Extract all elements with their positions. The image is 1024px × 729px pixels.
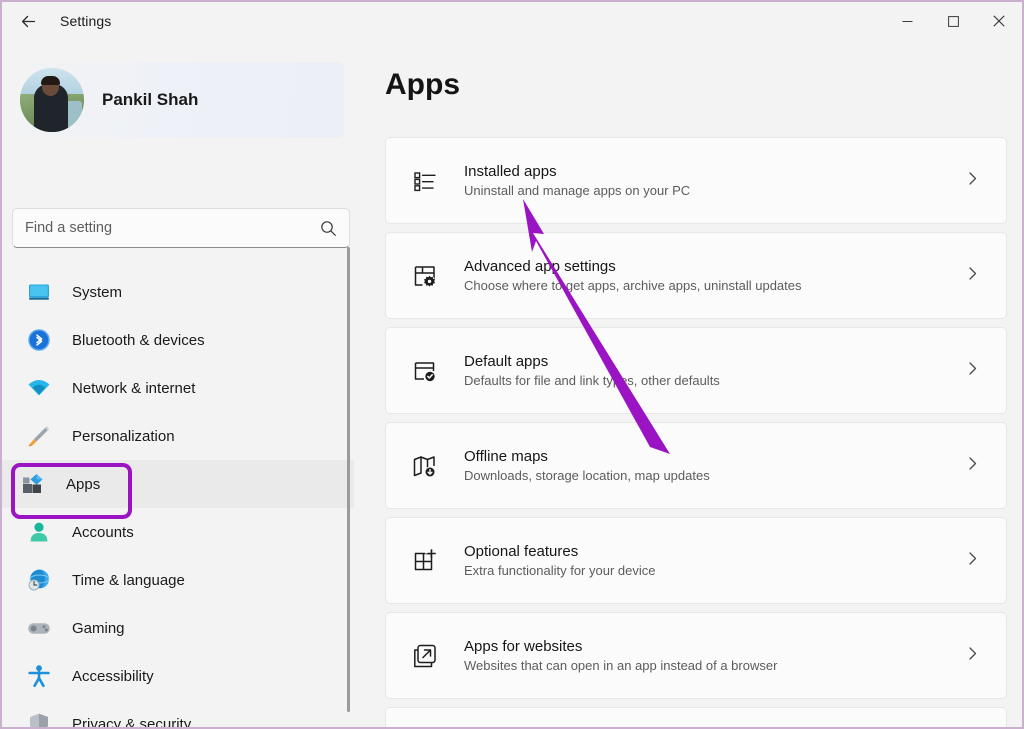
- card-subtitle: Choose where to get apps, archive apps, …: [464, 278, 965, 293]
- accessibility-icon: [24, 661, 54, 691]
- card-title: Default apps: [464, 353, 965, 370]
- card-offline-maps[interactable]: Offline maps Downloads, storage location…: [385, 422, 1007, 509]
- card-text: Apps for websites Websites that can open…: [464, 638, 965, 673]
- card-title: Offline maps: [464, 448, 965, 465]
- user-profile[interactable]: Pankil Shah: [14, 62, 344, 138]
- person-icon: [24, 517, 54, 547]
- card-title: Advanced app settings: [464, 258, 965, 275]
- card-subtitle: Defaults for file and link types, other …: [464, 373, 965, 388]
- close-button[interactable]: [976, 2, 1022, 40]
- chevron-right-icon[interactable]: [965, 361, 980, 381]
- card-subtitle: Uninstall and manage apps on your PC: [464, 183, 965, 198]
- card-text: Optional features Extra functionality fo…: [464, 543, 965, 578]
- sidebar-item-network-internet[interactable]: Network & internet: [8, 364, 348, 412]
- bulleted-list-icon: [408, 164, 442, 198]
- sidebar-item-personalization[interactable]: Personalization: [8, 412, 348, 460]
- card-subtitle: Extra functionality for your device: [464, 563, 965, 578]
- sidebar-item-accounts[interactable]: Accounts: [8, 508, 348, 556]
- minimize-icon: [902, 16, 913, 27]
- back-button[interactable]: [8, 5, 48, 37]
- chevron-right-icon[interactable]: [965, 646, 980, 666]
- title-bar: Settings: [2, 2, 1022, 40]
- back-arrow-icon: [20, 13, 37, 30]
- window-title: Settings: [60, 13, 111, 29]
- card-optional-features[interactable]: Optional features Extra functionality fo…: [385, 517, 1007, 604]
- card-advanced-app-settings[interactable]: Advanced app settings Choose where to ge…: [385, 232, 1007, 319]
- sidebar-item-label: Gaming: [72, 620, 125, 637]
- sidebar-item-label: Privacy & security: [72, 716, 191, 729]
- sidebar-item-time-language[interactable]: Time & language: [8, 556, 348, 604]
- profile-name: Pankil Shah: [102, 90, 198, 110]
- card-title: Installed apps: [464, 163, 965, 180]
- sidebar-scrollbar[interactable]: [347, 247, 350, 712]
- sidebar-item-privacy-security[interactable]: Privacy & security: [8, 700, 348, 729]
- external-link-icon: [408, 639, 442, 673]
- card-subtitle: Websites that can open in an app instead…: [464, 658, 965, 673]
- monitor-icon: [24, 277, 54, 307]
- card-text: Default apps Defaults for file and link …: [464, 353, 965, 388]
- close-icon: [993, 15, 1005, 27]
- minimize-button[interactable]: [884, 2, 930, 40]
- page-title: Apps: [385, 68, 460, 102]
- sidebar-item-gaming[interactable]: Gaming: [8, 604, 348, 652]
- sidebar-item-label: Network & internet: [72, 380, 195, 397]
- card-text: Advanced app settings Choose where to ge…: [464, 258, 965, 293]
- clock-globe-icon: [24, 565, 54, 595]
- bluetooth-icon: [24, 325, 54, 355]
- chevron-right-icon[interactable]: [965, 171, 980, 191]
- sidebar-item-label: Accessibility: [72, 668, 154, 685]
- sidebar-item-label: Personalization: [72, 428, 175, 445]
- search-input[interactable]: [25, 220, 320, 236]
- search-box[interactable]: [12, 208, 350, 248]
- sidebar-item-label: System: [72, 284, 122, 301]
- shield-icon: [24, 709, 54, 729]
- main-content: Apps Installed apps Uninstall and manage…: [364, 40, 1024, 729]
- sidebar-item-label: Bluetooth & devices: [72, 332, 205, 349]
- search-icon[interactable]: [320, 220, 337, 237]
- maximize-button[interactable]: [930, 2, 976, 40]
- card-subtitle: Downloads, storage location, map updates: [464, 468, 965, 483]
- card-title: Apps for websites: [464, 638, 965, 655]
- sidebar-item-label: Apps: [66, 476, 100, 493]
- sidebar-item-system[interactable]: System: [8, 268, 348, 316]
- sidebar-item-apps[interactable]: Apps: [2, 460, 354, 508]
- grid-plus-icon: [408, 544, 442, 578]
- card-text: Installed apps Uninstall and manage apps…: [464, 163, 965, 198]
- window-controls: [884, 2, 1022, 40]
- window-gear-icon: [408, 259, 442, 293]
- chevron-right-icon[interactable]: [965, 266, 980, 286]
- gamepad-icon: [24, 613, 54, 643]
- window-check-icon: [408, 354, 442, 388]
- search-box-container: [12, 208, 350, 248]
- card-apps-for-websites[interactable]: Apps for websites Websites that can open…: [385, 612, 1007, 699]
- card-text: Offline maps Downloads, storage location…: [464, 448, 965, 483]
- sidebar-item-label: Accounts: [72, 524, 134, 541]
- avatar: [20, 68, 84, 132]
- chevron-right-icon[interactable]: [965, 456, 980, 476]
- card-title: Optional features: [464, 543, 965, 560]
- card-video-playback[interactable]: Video playback Video adjustments, HDR st…: [385, 707, 1007, 729]
- sidebar: Pankil Shah System: [2, 40, 364, 729]
- sidebar-nav: System Bluetooth & devices: [2, 268, 354, 729]
- maximize-icon: [948, 16, 959, 27]
- map-download-icon: [408, 449, 442, 483]
- chevron-right-icon[interactable]: [965, 551, 980, 571]
- apps-icon: [18, 469, 48, 499]
- card-default-apps[interactable]: Default apps Defaults for file and link …: [385, 327, 1007, 414]
- sidebar-item-accessibility[interactable]: Accessibility: [8, 652, 348, 700]
- settings-window: Settings: [0, 0, 1024, 729]
- card-installed-apps[interactable]: Installed apps Uninstall and manage apps…: [385, 137, 1007, 224]
- settings-card-list: Installed apps Uninstall and manage apps…: [385, 137, 1007, 729]
- paintbrush-icon: [24, 421, 54, 451]
- sidebar-item-label: Time & language: [72, 572, 185, 589]
- wifi-icon: [24, 373, 54, 403]
- sidebar-item-bluetooth-devices[interactable]: Bluetooth & devices: [8, 316, 348, 364]
